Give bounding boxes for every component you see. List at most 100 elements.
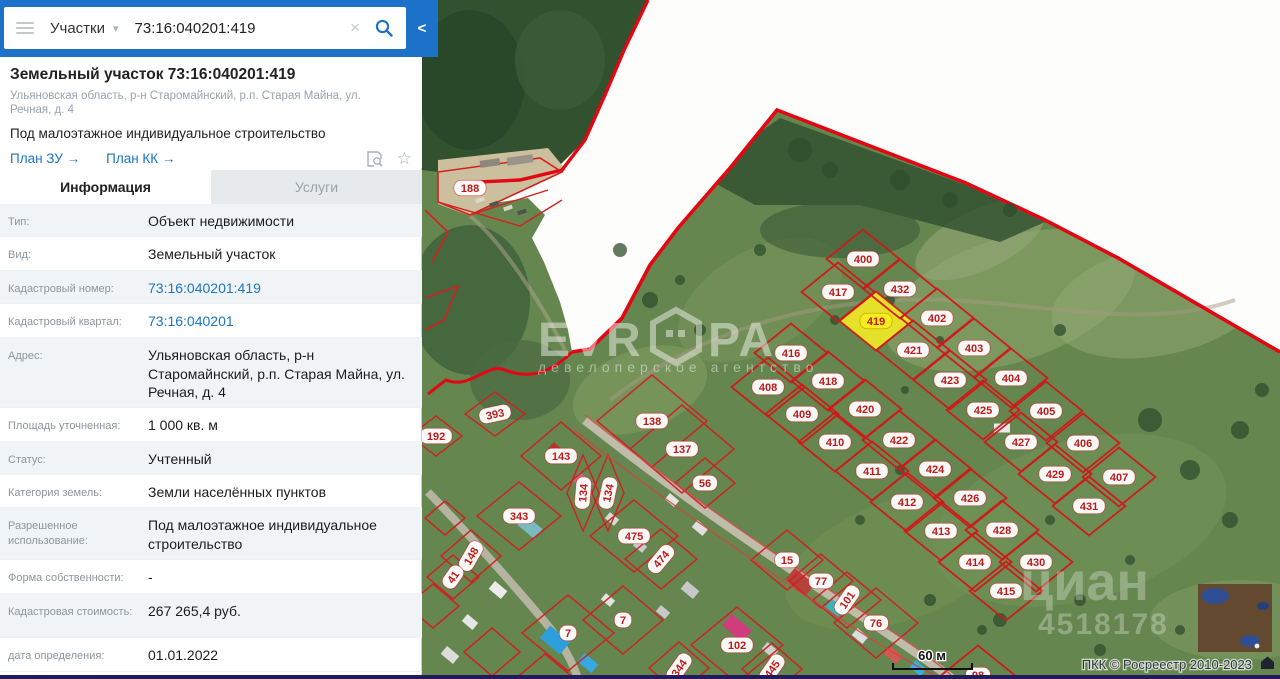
- parcel-label[interactable]: 405: [1030, 403, 1062, 419]
- parcel-label[interactable]: 406: [1067, 435, 1099, 451]
- table-row: дата определения:01.01.2022: [0, 638, 422, 672]
- parcel-label[interactable]: 404: [995, 370, 1027, 386]
- parcel-label[interactable]: 424: [919, 461, 951, 477]
- svg-text:143: 143: [552, 451, 570, 463]
- menu-icon[interactable]: [16, 19, 34, 37]
- parcel-label[interactable]: 432: [884, 281, 916, 297]
- tab-information[interactable]: Информация: [0, 170, 211, 204]
- parcel-label[interactable]: 143: [545, 448, 577, 464]
- parcel-label[interactable]: 414: [959, 554, 991, 570]
- svg-text:423: 423: [941, 375, 959, 387]
- parcel-label[interactable]: 410: [819, 434, 851, 450]
- search-input[interactable]: [133, 19, 351, 38]
- parcel-label[interactable]: 407: [1103, 469, 1135, 485]
- svg-text:134: 134: [577, 483, 591, 503]
- row-value: Под малоэтажное индивидуальное строитель…: [148, 516, 414, 552]
- svg-text:427: 427: [1012, 437, 1030, 449]
- search-icon[interactable]: [374, 18, 394, 38]
- parcel-label[interactable]: 422: [883, 432, 915, 448]
- svg-text:411: 411: [863, 466, 881, 478]
- svg-text:77: 77: [815, 576, 827, 588]
- parcel-label[interactable]: 475: [618, 528, 650, 544]
- table-row: Разрешенное использование:Под малоэтажно…: [0, 508, 422, 559]
- parcel-label[interactable]: 425: [967, 402, 999, 418]
- table-row: Кадастровая стоимость:267 265,4 руб.: [0, 594, 422, 638]
- parcel-label[interactable]: 77: [809, 573, 834, 589]
- parcel-label[interactable]: 138: [636, 413, 668, 429]
- row-value-link[interactable]: 73:16:040201:419: [148, 279, 261, 297]
- collapse-panel-icon[interactable]: <: [406, 0, 438, 57]
- svg-text:412: 412: [898, 497, 916, 509]
- row-value: -: [148, 568, 153, 587]
- svg-text:408: 408: [759, 382, 777, 394]
- pkk-cadastral-map-app: { "accent": "#1b72c8", "search": { "cate…: [0, 0, 1280, 679]
- svg-text:102: 102: [728, 640, 746, 652]
- clear-icon[interactable]: ×: [350, 18, 360, 38]
- row-value: Ульяновская область, р-н Старомайнский, …: [148, 346, 414, 401]
- parcel-label[interactable]: 137: [666, 441, 698, 457]
- row-value: Учтенный: [148, 450, 212, 468]
- parcel-address-subtitle: Ульяновская область, р-н Старомайнский, …: [10, 89, 400, 118]
- parcel-label[interactable]: 400: [847, 251, 879, 267]
- svg-text:428: 428: [993, 525, 1011, 537]
- row-label: Адрес:: [8, 346, 148, 401]
- svg-text:7: 7: [620, 615, 626, 627]
- parcel-label[interactable]: 431: [1073, 498, 1105, 514]
- svg-text:420: 420: [856, 404, 874, 416]
- parcel-label[interactable]: 423: [934, 372, 966, 388]
- parcel-header: Земельный участок 73:16:040201:419 Ульян…: [0, 57, 422, 168]
- svg-text:407: 407: [1110, 472, 1128, 484]
- parcel-label[interactable]: 76: [864, 615, 889, 631]
- parcel-label[interactable]: 188: [454, 180, 486, 196]
- parcel-label[interactable]: 418: [812, 373, 844, 389]
- search-category-select[interactable]: Участки: [50, 20, 105, 37]
- parcel-label[interactable]: 419: [860, 313, 892, 329]
- search-field[interactable]: Участки ▾ ×: [4, 7, 406, 49]
- row-label: Категория земель:: [8, 483, 148, 501]
- svg-text:4518178: 4518178: [1038, 608, 1169, 641]
- parcel-label[interactable]: 15: [775, 552, 800, 568]
- parcel-label[interactable]: 415: [990, 583, 1022, 599]
- parcel-label[interactable]: 426: [954, 490, 986, 506]
- row-value-link[interactable]: 73:16:040201: [148, 312, 234, 331]
- parcel-label[interactable]: 411: [856, 463, 888, 479]
- tab-services[interactable]: Услуги: [211, 170, 422, 204]
- svg-text:76: 76: [870, 618, 882, 630]
- plan-zu-link[interactable]: План ЗУ →: [10, 151, 80, 166]
- svg-text:413: 413: [932, 526, 950, 538]
- plan-links: План ЗУ → План КК → ☆: [10, 150, 412, 168]
- parcel-label[interactable]: 421: [897, 342, 929, 358]
- parcel-label[interactable]: 409: [786, 406, 818, 422]
- table-row: Площадь уточненная:1 000 кв. м: [0, 408, 422, 442]
- parcel-label[interactable]: 417: [822, 284, 854, 300]
- svg-text:404: 404: [1002, 373, 1021, 385]
- svg-text:429: 429: [1046, 469, 1064, 481]
- parcel-label[interactable]: 56: [693, 475, 718, 491]
- parcel-label[interactable]: 134: [574, 476, 592, 509]
- parcel-label[interactable]: 420: [849, 401, 881, 417]
- parcel-label[interactable]: 343: [503, 508, 535, 524]
- table-row: Кадастровый номер:73:16:040201:419: [0, 271, 422, 304]
- parcel-label[interactable]: 429: [1039, 466, 1071, 482]
- parcel-label[interactable]: 192: [422, 428, 452, 444]
- parcel-label[interactable]: 7: [614, 612, 631, 628]
- star-icon[interactable]: ☆: [397, 150, 412, 167]
- svg-text:девелоперское агентство: девелоперское агентство: [538, 359, 818, 375]
- parcel-label[interactable]: 427: [1005, 434, 1037, 450]
- parcel-label[interactable]: 102: [721, 637, 753, 653]
- parcel-label[interactable]: 7: [559, 625, 576, 641]
- table-row: Категория земель:Земли населённых пункто…: [0, 475, 422, 508]
- parcel-label[interactable]: 408: [752, 379, 784, 395]
- document-search-icon[interactable]: [366, 150, 385, 168]
- panel-tabs: Информация Услуги: [0, 170, 422, 204]
- row-label: Кадастровый номер:: [8, 279, 148, 297]
- row-label: дата определения:: [8, 646, 148, 665]
- svg-text:422: 422: [890, 435, 908, 447]
- parcel-label[interactable]: 413: [925, 523, 957, 539]
- plan-kk-link[interactable]: План КК →: [106, 151, 175, 166]
- satellite-map[interactable]: 400 432 402 403 404 405 406 407 417 419 421 423 425 4…: [422, 0, 1280, 679]
- parcel-label[interactable]: 403: [958, 340, 990, 356]
- parcel-label[interactable]: 402: [921, 310, 953, 326]
- parcel-label[interactable]: 412: [891, 494, 923, 510]
- parcel-label[interactable]: 428: [986, 522, 1018, 538]
